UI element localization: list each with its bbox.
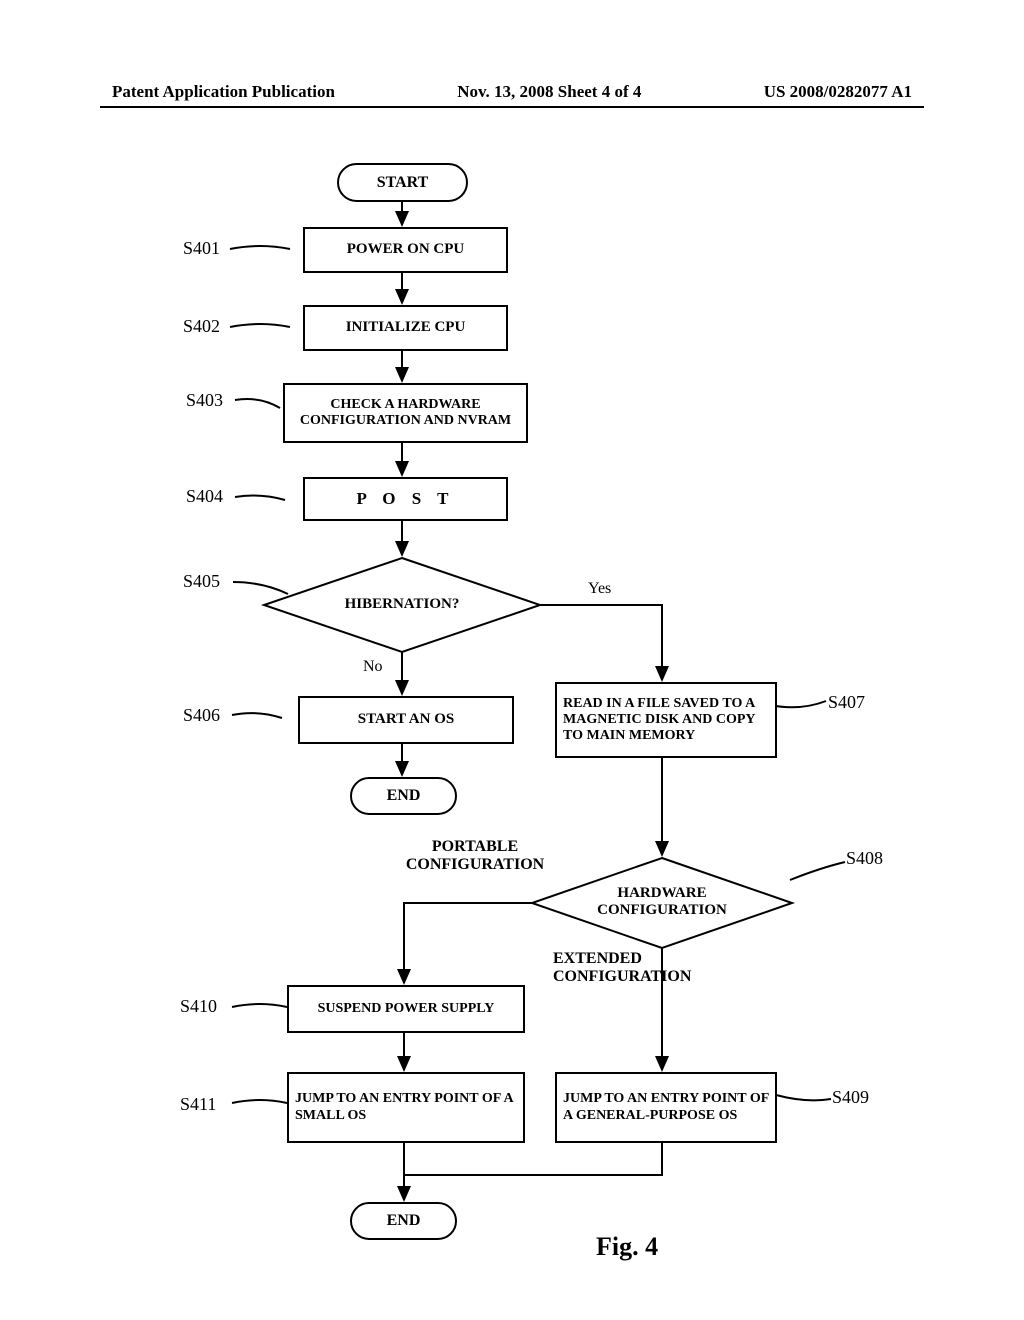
diamond-s405-text: HIBERNATION? — [317, 596, 487, 613]
step-s410: SUSPEND POWER SUPPLY — [287, 985, 525, 1033]
figure-caption: Fig. 4 — [596, 1232, 658, 1262]
ref-s411: S411 — [180, 1094, 216, 1115]
ref-s405: S405 — [183, 571, 220, 592]
step-s403-text: CHECK A HARDWARE CONFIGURATION AND NVRAM — [291, 397, 520, 429]
step-s402: INITIALIZE CPU — [303, 305, 508, 351]
step-s404-text: P O S T — [357, 489, 455, 509]
step-s407-text: READ IN A FILE SAVED TO A MAGNETIC DISK … — [563, 696, 769, 744]
edge-no: No — [363, 658, 383, 676]
edge-yes: Yes — [588, 580, 611, 598]
step-s404: P O S T — [303, 477, 508, 521]
step-s411: JUMP TO AN ENTRY POINT OF A SMALL OS — [287, 1072, 525, 1143]
ref-s407: S407 — [828, 692, 865, 713]
step-s409: JUMP TO AN ENTRY POINT OF A GENERAL-PURP… — [555, 1072, 777, 1143]
step-s402-text: INITIALIZE CPU — [346, 319, 466, 336]
edge-extended: EXTENDED CONFIGURATION — [553, 950, 713, 986]
terminator-start-label: START — [377, 174, 429, 192]
ref-s406: S406 — [183, 705, 220, 726]
step-s410-text: SUSPEND POWER SUPPLY — [318, 1001, 495, 1017]
ref-s408: S408 — [846, 848, 883, 869]
ref-s402: S402 — [183, 316, 220, 337]
diamond-s408-text: HARDWARE CONFIGURATION — [577, 885, 747, 919]
terminator-end2-label: END — [387, 1212, 421, 1230]
step-s407: READ IN A FILE SAVED TO A MAGNETIC DISK … — [555, 682, 777, 758]
step-s406-text: START AN OS — [358, 711, 454, 728]
edge-portable: PORTABLE CONFIGURATION — [395, 838, 555, 874]
ref-s401: S401 — [183, 238, 220, 259]
step-s411-text: JUMP TO AN ENTRY POINT OF A SMALL OS — [295, 1091, 517, 1123]
ref-s409: S409 — [832, 1087, 869, 1108]
step-s401: POWER ON CPU — [303, 227, 508, 273]
ref-s410: S410 — [180, 996, 217, 1017]
step-s406: START AN OS — [298, 696, 514, 744]
ref-s404: S404 — [186, 486, 223, 507]
step-s409-text: JUMP TO AN ENTRY POINT OF A GENERAL-PURP… — [563, 1091, 769, 1123]
ref-s403: S403 — [186, 390, 223, 411]
terminator-end-2: END — [350, 1202, 457, 1240]
page-root: Patent Application Publication Nov. 13, … — [0, 0, 1024, 1320]
step-s401-text: POWER ON CPU — [347, 241, 465, 258]
terminator-start: START — [337, 163, 468, 202]
terminator-end1-label: END — [387, 787, 421, 805]
step-s403: CHECK A HARDWARE CONFIGURATION AND NVRAM — [283, 383, 528, 443]
terminator-end-1: END — [350, 777, 457, 815]
